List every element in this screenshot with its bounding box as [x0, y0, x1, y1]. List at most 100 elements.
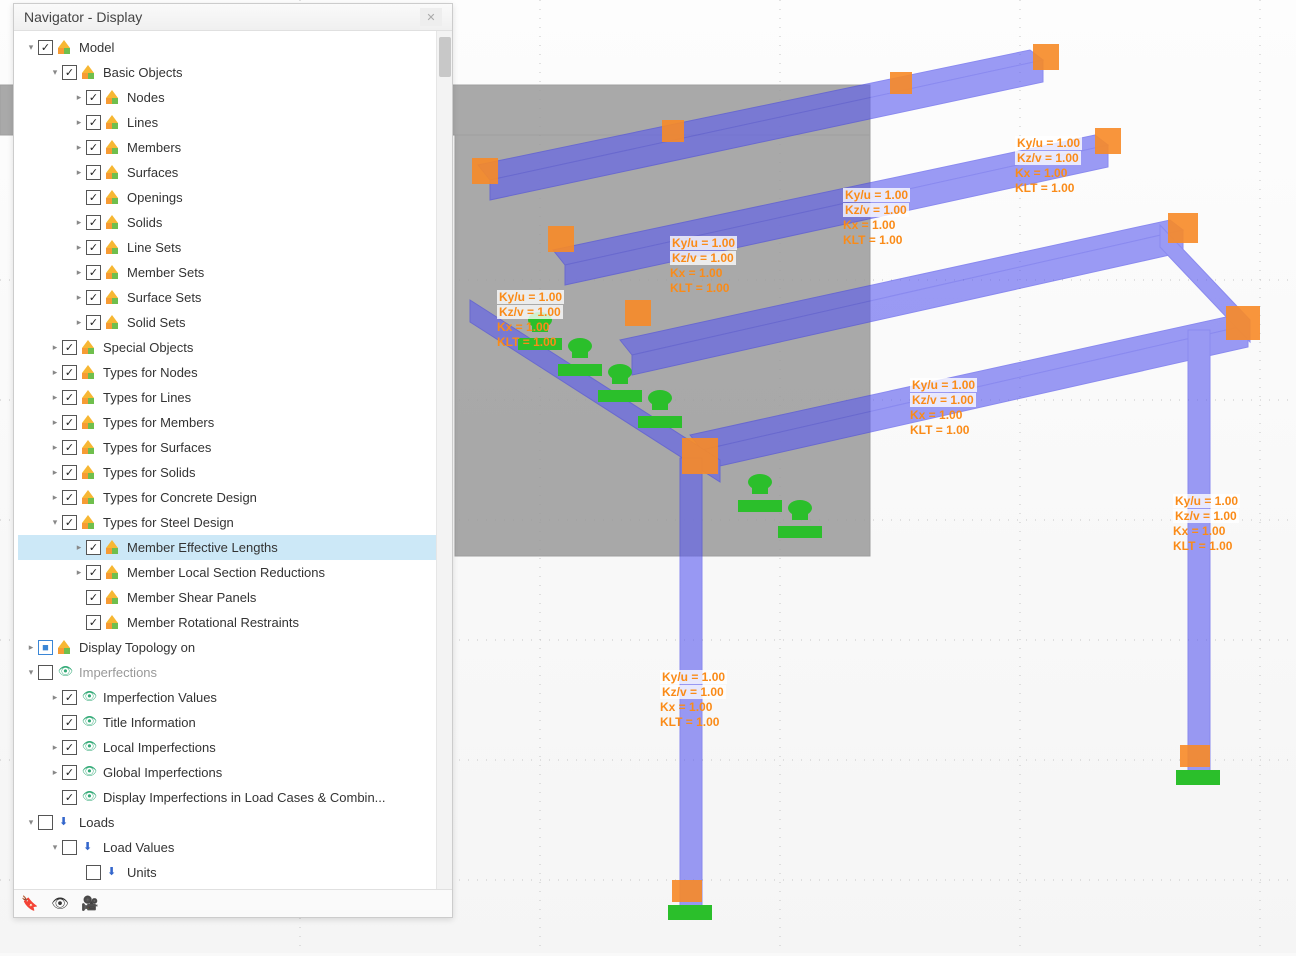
checkbox[interactable]: ✓ [62, 690, 77, 705]
scrollbar[interactable] [436, 31, 452, 889]
chevron-right-icon[interactable]: ▸ [72, 242, 86, 253]
checkbox[interactable]: ✓ [62, 715, 77, 730]
tree-item-model[interactable]: ▾✓Model [18, 35, 452, 60]
tree-item-member-effective-lengths[interactable]: ▸✓Member Effective Lengths [18, 535, 452, 560]
close-icon[interactable]: ✕ [420, 8, 442, 26]
chevron-right-icon[interactable]: ▸ [72, 92, 86, 103]
chevron-right-icon[interactable]: ▸ [72, 167, 86, 178]
tree-item-surface-sets[interactable]: ▸✓Surface Sets [18, 285, 452, 310]
tree-item-imperfections[interactable]: ▾Imperfections [18, 660, 452, 685]
chevron-down-icon[interactable]: ▾ [48, 517, 62, 528]
chevron-right-icon[interactable]: ▸ [48, 417, 62, 428]
tree-view[interactable]: ▾✓Model▾✓Basic Objects▸✓Nodes▸✓Lines▸✓Me… [14, 31, 452, 889]
tree-item-types-for-nodes[interactable]: ▸✓Types for Nodes [18, 360, 452, 385]
tree-item-display-imperfections-in-load-cases-combin[interactable]: ✓Display Imperfections in Load Cases & C… [18, 785, 452, 810]
chevron-down-icon[interactable]: ▾ [48, 842, 62, 853]
chevron-right-icon[interactable]: ▸ [72, 217, 86, 228]
chevron-right-icon[interactable]: ▸ [48, 492, 62, 503]
tree-item-types-for-surfaces[interactable]: ▸✓Types for Surfaces [18, 435, 452, 460]
chevron-right-icon[interactable]: ▸ [72, 292, 86, 303]
scrollbar-thumb[interactable] [439, 37, 451, 77]
checkbox[interactable]: ✓ [62, 515, 77, 530]
chevron-right-icon[interactable]: ▸ [24, 642, 38, 653]
checkbox[interactable]: ✓ [62, 415, 77, 430]
tree-item-solids[interactable]: ▸✓Solids [18, 210, 452, 235]
checkbox[interactable]: ✓ [86, 590, 101, 605]
tree-item-openings[interactable]: ✓Openings [18, 185, 452, 210]
checkbox[interactable] [62, 840, 77, 855]
tree-item-local-imperfections[interactable]: ▸✓Local Imperfections [18, 735, 452, 760]
tree-item-member-rotational-restraints[interactable]: ✓Member Rotational Restraints [18, 610, 452, 635]
checkbox[interactable]: ■ [38, 640, 53, 655]
tree-item-member-shear-panels[interactable]: ✓Member Shear Panels [18, 585, 452, 610]
chevron-right-icon[interactable]: ▸ [48, 367, 62, 378]
camera-button[interactable]: 🎥 [78, 893, 102, 915]
visibility-button[interactable]: 👁 [48, 893, 72, 915]
tree-item-members[interactable]: ▸✓Members [18, 135, 452, 160]
checkbox[interactable]: ✓ [62, 340, 77, 355]
chevron-right-icon[interactable]: ▸ [48, 742, 62, 753]
checkbox[interactable]: ✓ [62, 65, 77, 80]
tree-item-types-for-solids[interactable]: ▸✓Types for Solids [18, 460, 452, 485]
tree-item-load-case-numbers[interactable]: Load Case Numbers [18, 885, 452, 889]
tree-item-types-for-members[interactable]: ▸✓Types for Members [18, 410, 452, 435]
filter-button[interactable]: 🔖 [18, 893, 42, 915]
tree-item-line-sets[interactable]: ▸✓Line Sets [18, 235, 452, 260]
checkbox[interactable]: ✓ [86, 165, 101, 180]
checkbox[interactable]: ✓ [86, 215, 101, 230]
tree-item-global-imperfections[interactable]: ▸✓Global Imperfections [18, 760, 452, 785]
checkbox[interactable]: ✓ [62, 465, 77, 480]
checkbox[interactable]: ✓ [62, 790, 77, 805]
tree-item-loads[interactable]: ▾Loads [18, 810, 452, 835]
tree-item-units[interactable]: Units [18, 860, 452, 885]
tree-item-member-sets[interactable]: ▸✓Member Sets [18, 260, 452, 285]
chevron-right-icon[interactable]: ▸ [48, 342, 62, 353]
chevron-down-icon[interactable]: ▾ [24, 42, 38, 53]
checkbox[interactable] [38, 665, 53, 680]
chevron-right-icon[interactable]: ▸ [48, 392, 62, 403]
chevron-right-icon[interactable]: ▸ [72, 567, 86, 578]
tree-item-imperfection-values[interactable]: ▸✓Imperfection Values [18, 685, 452, 710]
checkbox[interactable] [86, 865, 101, 880]
checkbox[interactable]: ✓ [62, 740, 77, 755]
checkbox[interactable]: ✓ [86, 90, 101, 105]
chevron-right-icon[interactable]: ▸ [72, 542, 86, 553]
chevron-right-icon[interactable]: ▸ [48, 442, 62, 453]
checkbox[interactable]: ✓ [62, 390, 77, 405]
checkbox[interactable]: ✓ [86, 615, 101, 630]
checkbox[interactable]: ✓ [62, 365, 77, 380]
chevron-down-icon[interactable]: ▾ [24, 667, 38, 678]
chevron-right-icon[interactable]: ▸ [48, 767, 62, 778]
checkbox[interactable] [38, 815, 53, 830]
tree-item-display-topology-on[interactable]: ▸■Display Topology on [18, 635, 452, 660]
tree-item-special-objects[interactable]: ▸✓Special Objects [18, 335, 452, 360]
checkbox[interactable]: ✓ [86, 265, 101, 280]
tree-item-load-values[interactable]: ▾Load Values [18, 835, 452, 860]
checkbox[interactable]: ✓ [62, 440, 77, 455]
checkbox[interactable]: ✓ [86, 190, 101, 205]
checkbox[interactable]: ✓ [86, 290, 101, 305]
checkbox[interactable]: ✓ [86, 315, 101, 330]
chevron-right-icon[interactable]: ▸ [72, 267, 86, 278]
tree-item-types-for-concrete-design[interactable]: ▸✓Types for Concrete Design [18, 485, 452, 510]
tree-item-surfaces[interactable]: ▸✓Surfaces [18, 160, 452, 185]
chevron-right-icon[interactable]: ▸ [72, 142, 86, 153]
checkbox[interactable]: ✓ [86, 540, 101, 555]
checkbox[interactable]: ✓ [86, 115, 101, 130]
chevron-right-icon[interactable]: ▸ [72, 317, 86, 328]
tree-item-types-for-lines[interactable]: ▸✓Types for Lines [18, 385, 452, 410]
tree-item-nodes[interactable]: ▸✓Nodes [18, 85, 452, 110]
tree-item-lines[interactable]: ▸✓Lines [18, 110, 452, 135]
chevron-right-icon[interactable]: ▸ [48, 467, 62, 478]
chevron-right-icon[interactable]: ▸ [48, 692, 62, 703]
checkbox[interactable]: ✓ [38, 40, 53, 55]
tree-item-types-for-steel-design[interactable]: ▾✓Types for Steel Design [18, 510, 452, 535]
chevron-down-icon[interactable]: ▾ [24, 817, 38, 828]
checkbox[interactable]: ✓ [62, 765, 77, 780]
checkbox[interactable]: ✓ [62, 490, 77, 505]
panel-title-bar[interactable]: Navigator - Display ✕ [14, 4, 452, 31]
checkbox[interactable]: ✓ [86, 565, 101, 580]
tree-item-basic-objects[interactable]: ▾✓Basic Objects [18, 60, 452, 85]
tree-item-solid-sets[interactable]: ▸✓Solid Sets [18, 310, 452, 335]
checkbox[interactable]: ✓ [86, 140, 101, 155]
